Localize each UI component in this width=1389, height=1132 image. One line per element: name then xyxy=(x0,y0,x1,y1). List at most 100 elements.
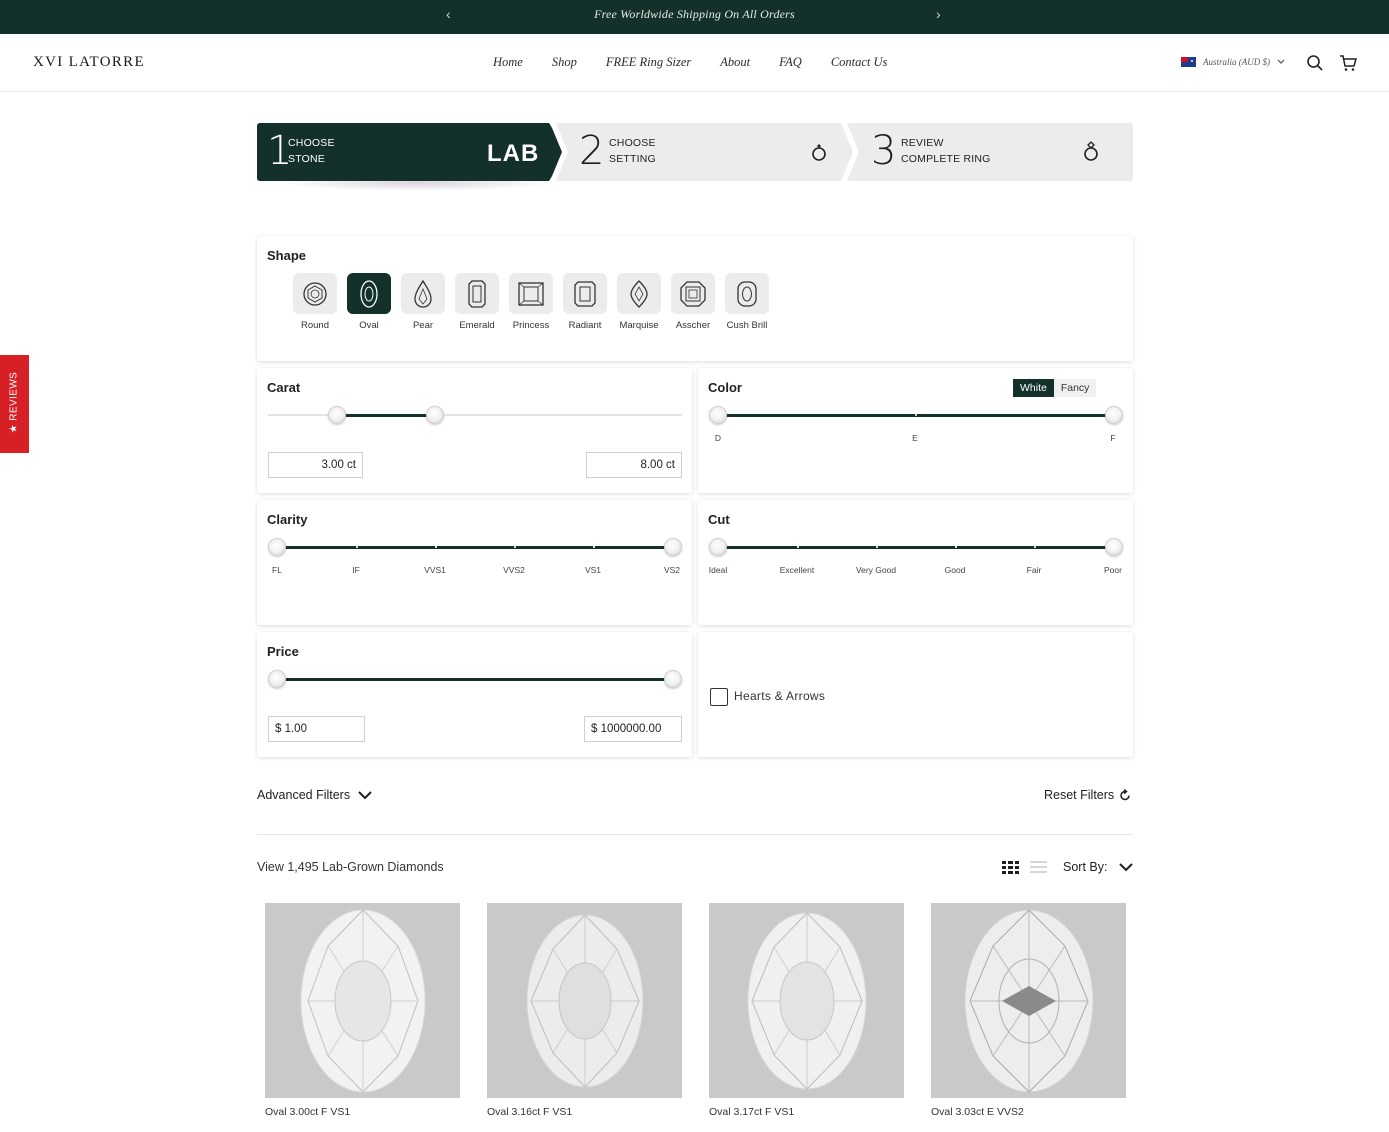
list-view-icon[interactable] xyxy=(1030,861,1047,874)
price-range-fill xyxy=(277,678,673,681)
advanced-filters-label: Advanced Filters xyxy=(257,788,351,802)
reset-filters-label: Reset Filters xyxy=(1044,788,1115,802)
pear-diamond-icon xyxy=(414,279,432,308)
chevron-down-icon xyxy=(358,790,372,799)
cut-label: Very Good xyxy=(855,565,897,575)
shape-marquise[interactable]: Marquise xyxy=(616,273,662,331)
diamond-image[interactable] xyxy=(265,903,460,1098)
announcement-next-arrow[interactable]: › xyxy=(936,6,941,22)
cut-title: Cut xyxy=(708,512,730,527)
clarity-panel: Clarity FL IF VVS1 VVS2 VS1 VS2 xyxy=(257,500,692,625)
shape-oval[interactable]: Oval xyxy=(346,273,392,331)
emerald-diamond-icon xyxy=(468,279,486,308)
shape-label: Radiant xyxy=(568,320,602,331)
nav-about[interactable]: About xyxy=(720,55,750,70)
price-max-input[interactable]: $ 1000000.00 xyxy=(584,716,682,742)
nav-ring-sizer[interactable]: FREE Ring Sizer xyxy=(606,55,691,70)
shape-pear[interactable]: Pear xyxy=(400,273,446,331)
toggle-white[interactable]: White xyxy=(1013,379,1054,397)
product-card[interactable]: Oval 3.00ct F VS1 xyxy=(265,903,460,1118)
cut-label: Excellent xyxy=(779,565,815,575)
price-min-handle[interactable] xyxy=(268,670,286,688)
logo[interactable]: XVI LATORRE xyxy=(33,54,145,71)
sort-dropdown[interactable]: Sort By: xyxy=(1063,860,1134,874)
shape-label: Emerald xyxy=(459,320,495,331)
reviews-tab[interactable]: ★ REVIEWS xyxy=(0,355,29,453)
clarity-label: VS1 xyxy=(584,565,602,575)
shape-radiant[interactable]: Radiant xyxy=(562,273,608,331)
diamond-image[interactable] xyxy=(709,903,904,1098)
clarity-label: IF xyxy=(352,565,360,575)
clarity-min-handle[interactable] xyxy=(268,538,286,556)
cart-icon[interactable] xyxy=(1339,54,1357,72)
product-caption[interactable]: Oval 3.00ct F VS1 xyxy=(265,1106,460,1118)
step-progress: 1 CHOOSE STONE LAB 2 CHOOSE SETTING 3 RE… xyxy=(257,123,1133,191)
shape-princess[interactable]: Princess xyxy=(508,273,554,331)
product-card[interactable]: Oval 3.16ct F VS1 xyxy=(487,903,682,1118)
shape-label: Oval xyxy=(359,320,379,331)
shape-title: Shape xyxy=(267,248,307,263)
clarity-max-handle[interactable] xyxy=(664,538,682,556)
price-title: Price xyxy=(267,644,299,659)
clarity-label: VVS1 xyxy=(424,565,446,575)
shape-label: Pear xyxy=(412,320,434,331)
nav-shop[interactable]: Shop xyxy=(552,55,577,70)
diamond-image[interactable] xyxy=(931,903,1126,1098)
oval-diamond-photo xyxy=(747,911,866,1090)
main-nav: Home Shop FREE Ring Sizer About FAQ Cont… xyxy=(493,55,916,70)
product-caption[interactable]: Oval 3.16ct F VS1 xyxy=(487,1106,682,1118)
shape-label: Cush Brill xyxy=(726,320,768,331)
nav-contact[interactable]: Contact Us xyxy=(831,55,888,70)
product-caption[interactable]: Oval 3.03ct E VVS2 xyxy=(931,1106,1126,1118)
ring-icon xyxy=(812,144,826,161)
clarity-range-fill xyxy=(277,546,673,549)
carat-min-input[interactable]: 3.00 ct xyxy=(268,452,363,478)
color-label-d: D xyxy=(714,433,722,443)
hearts-arrows-checkbox[interactable] xyxy=(710,688,728,706)
price-max-handle[interactable] xyxy=(664,670,682,688)
nav-home[interactable]: Home xyxy=(493,55,523,70)
cut-max-handle[interactable] xyxy=(1105,538,1123,556)
diamond-image[interactable] xyxy=(487,903,682,1098)
oval-diamond-photo xyxy=(964,908,1093,1093)
cut-min-handle[interactable] xyxy=(709,538,727,556)
color-min-handle[interactable] xyxy=(709,406,727,424)
shape-asscher[interactable]: Asscher xyxy=(670,273,716,331)
round-diamond-icon xyxy=(303,281,327,306)
carat-max-handle[interactable] xyxy=(426,406,444,424)
locale-selector[interactable]: Australia (AUD $) xyxy=(1181,57,1285,67)
search-icon[interactable] xyxy=(1306,54,1324,72)
nav-faq[interactable]: FAQ xyxy=(779,55,802,70)
shape-round[interactable]: Round xyxy=(292,273,338,331)
princess-diamond-icon xyxy=(518,281,544,306)
lab-badge: LAB xyxy=(487,140,540,167)
cut-panel: Cut Ideal Excellent Very Good Good Fair … xyxy=(698,500,1133,625)
shape-label: Marquise xyxy=(619,320,659,331)
toggle-fancy[interactable]: Fancy xyxy=(1053,379,1097,397)
grid-view-icon[interactable] xyxy=(1002,861,1019,874)
price-min-input[interactable]: $ 1.00 xyxy=(268,716,365,742)
carat-panel: Carat 3.00 ct 8.00 ct xyxy=(257,368,692,493)
hearts-arrows-panel: Hearts & Arrows xyxy=(698,632,1133,757)
step-label-line1: REVIEW xyxy=(901,137,944,149)
carat-max-input[interactable]: 8.00 ct xyxy=(586,452,682,478)
carat-min-handle[interactable] xyxy=(328,406,346,424)
shape-cushion-brilliant[interactable]: Cush Brill xyxy=(724,273,770,331)
reviews-tab-label: ★ REVIEWS xyxy=(8,371,20,434)
product-card[interactable]: Oval 3.17ct F VS1 xyxy=(709,903,904,1118)
diamond-ring-icon xyxy=(1084,141,1098,161)
cut-label: Ideal xyxy=(708,565,728,575)
advanced-filters-toggle[interactable]: Advanced Filters xyxy=(257,788,372,802)
chevron-down-icon xyxy=(1277,59,1285,64)
step-choose-stone[interactable]: 1 CHOOSE STONE LAB xyxy=(257,123,567,181)
shape-emerald[interactable]: Emerald xyxy=(454,273,500,331)
product-card[interactable]: Oval 3.03ct E VVS2 xyxy=(931,903,1126,1118)
reset-filters-button[interactable]: Reset Filters xyxy=(1044,788,1131,802)
cut-label: Good xyxy=(944,565,966,575)
product-caption[interactable]: Oval 3.17ct F VS1 xyxy=(709,1106,904,1118)
results-count: View 1,495 Lab-Grown Diamonds xyxy=(257,860,444,874)
color-max-handle[interactable] xyxy=(1105,406,1123,424)
hearts-arrows-label[interactable]: Hearts & Arrows xyxy=(734,689,825,703)
site-header: XVI LATORRE Home Shop FREE Ring Sizer Ab… xyxy=(0,34,1389,92)
oval-diamond-icon xyxy=(360,279,378,308)
